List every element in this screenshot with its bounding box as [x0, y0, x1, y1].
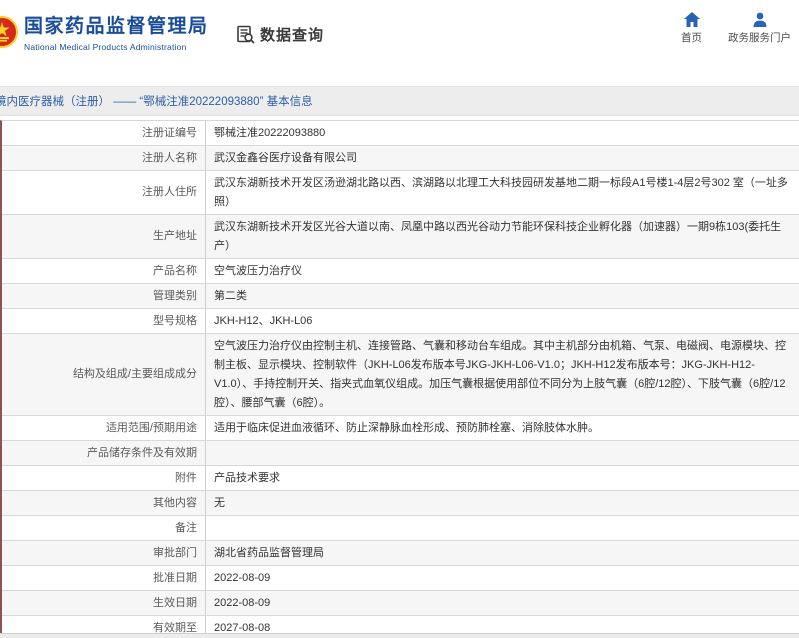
table-row: 型号规格 JKH-H12、JKH-L06	[2, 309, 799, 334]
nav-home-label: 首页	[681, 32, 702, 44]
table-row: 注册人名称 武汉金鑫谷医疗设备有限公司	[2, 146, 799, 171]
row-value: 第二类	[214, 289, 247, 302]
table-row: 结构及组成/主要组成成分 空气波压力治疗仪由控制主机、连接管路、气囊和移动台车组…	[2, 334, 799, 416]
row-label: 生产地址	[2, 215, 206, 258]
row-value: 产品技术要求	[214, 471, 280, 484]
row-value: 空气波压力治疗仪由控制主机、连接管路、气囊和移动台车组成。其中主机部分由机箱、气…	[214, 339, 786, 409]
row-label: 注册证编号	[2, 121, 206, 145]
row-label: 注册人住所	[2, 171, 206, 214]
row-value	[206, 519, 799, 538]
row-label: 产品名称	[2, 259, 206, 283]
row-label: 其他内容	[2, 491, 206, 515]
table-row: 生效日期 2022-08-09	[2, 591, 799, 616]
row-value: JKH-H12、JKH-L06	[214, 314, 313, 327]
table-row: 生产地址 武汉东湖新技术开发区光谷大道以南、凤凰中路以西光谷动力节能环保科技企业…	[2, 215, 799, 259]
table-row: 其他内容 无	[2, 491, 799, 516]
footer-strip	[0, 633, 799, 638]
table-row: 产品储存条件及有效期	[2, 441, 799, 466]
table-row: 产品名称 空气波压力治疗仪	[2, 259, 799, 284]
row-label: 产品储存条件及有效期	[2, 441, 206, 465]
row-value: 湖北省药品监督管理局	[214, 546, 324, 559]
user-icon	[752, 12, 768, 27]
row-value: 鄂械注准20222093880	[214, 126, 326, 139]
row-label: 型号规格	[2, 309, 206, 333]
table-row: 管理类别 第二类	[2, 284, 799, 309]
table-row: 审批部门 湖北省药品监督管理局	[2, 541, 799, 566]
row-value: 适用于临床促进血液循环、防止深静脉血栓形成、预防肺栓塞、消除肢体水肿。	[214, 421, 599, 434]
home-icon	[683, 12, 700, 27]
row-label: 生效日期	[2, 591, 206, 615]
row-label: 附件	[2, 466, 206, 490]
document-search-icon	[236, 25, 256, 45]
table-row: 备注	[2, 516, 799, 541]
row-label: 适用范围/预期用途	[2, 416, 206, 440]
section-title: 数据查询	[260, 27, 325, 44]
agency-title: 国家药品监督管理局	[24, 16, 209, 37]
nav-gov-portal-label: 政务服务门户	[728, 32, 791, 44]
nav-home[interactable]: 首页	[681, 12, 702, 45]
table-row: 批准日期 2022-08-09	[2, 566, 799, 591]
row-value: 武汉东湖新技术开发区光谷大道以南、凤凰中路以西光谷动力节能环保科技企业孵化器（加…	[214, 220, 782, 252]
row-label: 备注	[2, 516, 206, 540]
row-label: 批准日期	[2, 566, 206, 590]
nav-gov-portal[interactable]: 政务服务门户	[728, 12, 791, 45]
row-value	[206, 444, 799, 463]
agency-subtitle: National Medical Products Administration	[24, 42, 187, 52]
row-value: 武汉金鑫谷医疗设备有限公司	[214, 151, 357, 164]
header: 国家药品监督管理局 National Medical Products Admi…	[0, 0, 799, 82]
table-row: 适用范围/预期用途 适用于临床促进血液循环、防止深静脉血栓形成、预防肺栓塞、消除…	[2, 416, 799, 441]
brand-block: 国家药品监督管理局 National Medical Products Admi…	[24, 14, 209, 52]
row-label: 注册人名称	[2, 146, 206, 170]
row-value: 无	[214, 496, 225, 509]
breadcrumb-bar: 境内医疗器械（注册） —— “鄂械注准20222093880” 基本信息	[0, 86, 799, 116]
table-row: 注册人住所 武汉东湖新技术开发区汤逊湖北路以西、滨湖路以北理工大科技园研发基地二…	[2, 171, 799, 215]
row-value: 2022-08-09	[214, 571, 271, 584]
row-label: 审批部门	[2, 541, 206, 565]
table-row: 注册证编号 鄂械注准20222093880	[2, 121, 799, 146]
registration-detail-table: 注册证编号 鄂械注准20222093880 注册人名称 武汉金鑫谷医疗设备有限公…	[0, 120, 799, 638]
row-value: 武汉东湖新技术开发区汤逊湖北路以西、滨湖路以北理工大科技园研发基地二期一标段A1…	[214, 176, 788, 208]
table-row: 附件 产品技术要求	[2, 466, 799, 491]
data-query-heading: 数据查询	[236, 24, 324, 45]
row-value: 2022-08-09	[214, 596, 271, 609]
row-label: 结构及组成/主要组成成分	[2, 334, 206, 415]
row-value: 空气波压力治疗仪	[214, 264, 302, 277]
row-label: 管理类别	[2, 284, 206, 308]
header-nav: 首页 政务服务门户	[681, 12, 791, 45]
breadcrumb: 境内医疗器械（注册） —— “鄂械注准20222093880” 基本信息	[0, 96, 313, 108]
national-emblem-logo	[0, 16, 18, 48]
